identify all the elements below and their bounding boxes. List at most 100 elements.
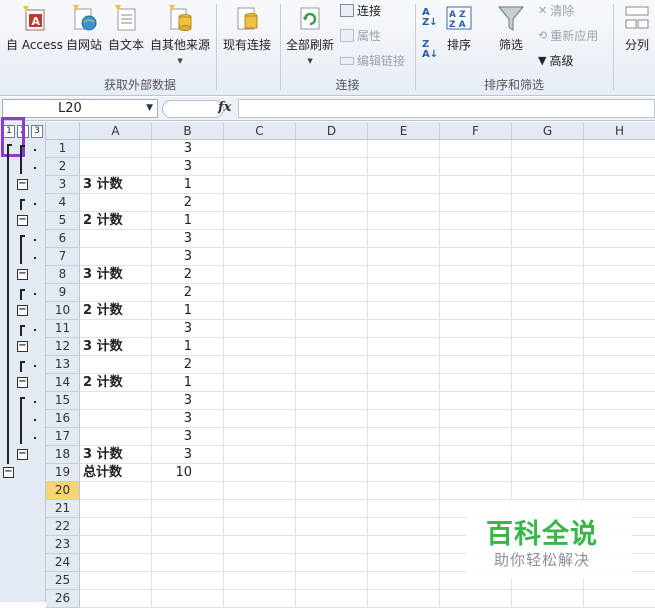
cell-b[interactable]: 2 xyxy=(152,266,224,284)
cell-d[interactable] xyxy=(296,374,368,392)
cell-h[interactable] xyxy=(584,176,655,194)
cell-g[interactable] xyxy=(512,446,584,464)
row-header[interactable]: 6 xyxy=(46,230,80,248)
cell-b[interactable]: 1 xyxy=(152,302,224,320)
cell-a[interactable] xyxy=(80,482,152,500)
cell-d[interactable] xyxy=(296,482,368,500)
cell-e[interactable] xyxy=(368,428,440,446)
cell-a[interactable] xyxy=(80,554,152,572)
row-header[interactable]: 24 xyxy=(46,554,80,572)
cell-h[interactable] xyxy=(584,320,655,338)
cell-c[interactable] xyxy=(224,590,296,608)
cell-e[interactable] xyxy=(368,194,440,212)
cell-d[interactable] xyxy=(296,158,368,176)
cell-h[interactable] xyxy=(584,284,655,302)
cell-c[interactable] xyxy=(224,518,296,536)
collapse-minus-icon[interactable]: − xyxy=(17,449,28,460)
row-header[interactable]: 10 xyxy=(46,302,80,320)
cell-f[interactable] xyxy=(440,446,512,464)
cell-h[interactable] xyxy=(584,194,655,212)
cell-b[interactable]: 3 xyxy=(152,158,224,176)
cell-b[interactable]: 3 xyxy=(152,248,224,266)
cell-b[interactable]: 3 xyxy=(152,410,224,428)
row-header[interactable]: 7 xyxy=(46,248,80,266)
clear-filter-button[interactable]: ✕ 清除 xyxy=(538,2,574,19)
cell-f[interactable] xyxy=(440,482,512,500)
cell-e[interactable] xyxy=(368,176,440,194)
cell-g[interactable] xyxy=(512,482,584,500)
cell-a[interactable] xyxy=(80,194,152,212)
cell-d[interactable] xyxy=(296,338,368,356)
cell-d[interactable] xyxy=(296,356,368,374)
cell-b[interactable] xyxy=(152,500,224,518)
cell-b[interactable]: 3 xyxy=(152,230,224,248)
row-header[interactable]: 2 xyxy=(46,158,80,176)
cell-a[interactable]: 3 计数 xyxy=(80,266,152,284)
cell-b[interactable]: 3 xyxy=(152,140,224,158)
cell-g[interactable] xyxy=(512,428,584,446)
row-header[interactable]: 25 xyxy=(46,572,80,590)
outline-level-3-button[interactable]: 3 xyxy=(31,125,43,138)
cell-f[interactable] xyxy=(440,320,512,338)
cell-c[interactable] xyxy=(224,572,296,590)
properties-button[interactable]: 属性 xyxy=(340,27,381,44)
cell-e[interactable] xyxy=(368,392,440,410)
cell-d[interactable] xyxy=(296,266,368,284)
from-text-button[interactable]: 自文本 xyxy=(108,4,144,53)
cell-a[interactable] xyxy=(80,140,152,158)
row-header[interactable]: 9 xyxy=(46,284,80,302)
column-header-h[interactable]: H xyxy=(584,122,655,140)
cell-a[interactable]: 2 计数 xyxy=(80,374,152,392)
cell-g[interactable] xyxy=(512,266,584,284)
cell-c[interactable] xyxy=(224,140,296,158)
cell-b[interactable]: 2 xyxy=(152,356,224,374)
cell-b[interactable]: 3 xyxy=(152,428,224,446)
cell-h[interactable] xyxy=(584,140,655,158)
cell-c[interactable] xyxy=(224,176,296,194)
row-header[interactable]: 13 xyxy=(46,356,80,374)
cell-g[interactable] xyxy=(512,140,584,158)
cell-f[interactable] xyxy=(440,230,512,248)
cell-e[interactable] xyxy=(368,302,440,320)
connections-button[interactable]: 连接 xyxy=(340,2,381,19)
cell-e[interactable] xyxy=(368,482,440,500)
from-access-button[interactable]: A 自 Access xyxy=(6,4,63,53)
cell-c[interactable] xyxy=(224,554,296,572)
cell-e[interactable] xyxy=(368,590,440,608)
cell-d[interactable] xyxy=(296,536,368,554)
cell-g[interactable] xyxy=(512,194,584,212)
cell-d[interactable] xyxy=(296,554,368,572)
cell-f[interactable] xyxy=(440,338,512,356)
cell-h[interactable] xyxy=(584,482,655,500)
cell-h[interactable] xyxy=(584,410,655,428)
cell-f[interactable] xyxy=(440,176,512,194)
cell-b[interactable]: 2 xyxy=(152,284,224,302)
cell-g[interactable] xyxy=(512,284,584,302)
column-header-e[interactable]: E xyxy=(368,122,440,140)
column-header-a[interactable]: A xyxy=(80,122,152,140)
cell-g[interactable] xyxy=(512,302,584,320)
cell-g[interactable] xyxy=(512,158,584,176)
row-header[interactable]: 26 xyxy=(46,590,80,608)
cell-e[interactable] xyxy=(368,248,440,266)
cell-g[interactable] xyxy=(512,320,584,338)
existing-connections-button[interactable]: 现有连接 xyxy=(223,4,271,53)
cell-a[interactable] xyxy=(80,410,152,428)
cell-a[interactable] xyxy=(80,356,152,374)
cell-e[interactable] xyxy=(368,500,440,518)
row-header[interactable]: 19 xyxy=(46,464,80,482)
cell-a[interactable] xyxy=(80,500,152,518)
cell-e[interactable] xyxy=(368,158,440,176)
cell-d[interactable] xyxy=(296,428,368,446)
cell-h[interactable] xyxy=(584,248,655,266)
cell-a[interactable] xyxy=(80,284,152,302)
cell-c[interactable] xyxy=(224,248,296,266)
edit-links-button[interactable]: 编辑链接 xyxy=(340,52,405,69)
cell-e[interactable] xyxy=(368,338,440,356)
cell-c[interactable] xyxy=(224,410,296,428)
cell-e[interactable] xyxy=(368,518,440,536)
cell-a[interactable] xyxy=(80,230,152,248)
text-to-columns-button[interactable]: 分列 xyxy=(624,4,650,53)
cell-d[interactable] xyxy=(296,446,368,464)
cell-e[interactable] xyxy=(368,266,440,284)
